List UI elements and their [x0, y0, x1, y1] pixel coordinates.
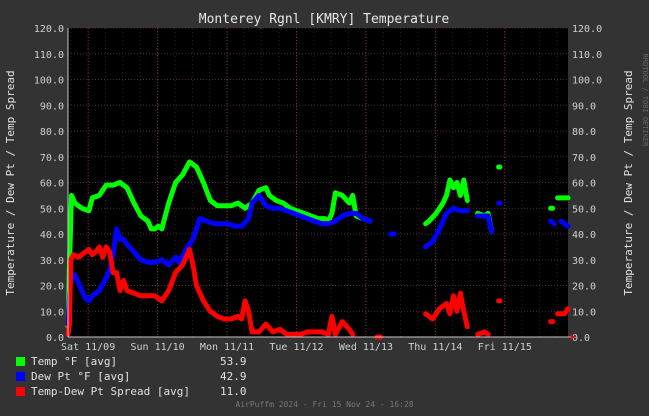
- legend-item-temp: Temp °F [avg] 53.9: [16, 355, 247, 368]
- footer-timestamp: AirPuffm 2024 - Fri 15 Nov 24 - 16:28: [235, 400, 414, 409]
- y-tick-label-left: 30.0: [40, 256, 64, 267]
- y-tick-label-right: 70.0: [572, 153, 596, 164]
- y-axis-label-left: Temperature / Dew Pt / Temp Spread: [4, 70, 17, 295]
- legend-value-temp: 53.9: [220, 355, 247, 368]
- legend-value-dewpt: 42.9: [220, 370, 247, 383]
- legend-swatch-spread: [16, 387, 25, 396]
- y-tick-label-right: 90.0: [572, 101, 596, 112]
- x-tick-label: Thu 11/14: [408, 342, 462, 353]
- legend-label-dewpt: Dew Pt °F [avg]: [31, 370, 131, 383]
- legend-swatch-temp: [16, 357, 25, 366]
- y-tick-label-right: 110.0: [572, 50, 602, 61]
- legend-item-dewpt: Dew Pt °F [avg] 42.9: [16, 370, 247, 383]
- y-tick-label-right: 0.0: [572, 333, 590, 344]
- x-tick-label: Sat 11/09: [61, 342, 115, 353]
- y-tick-label-left: 50.0: [40, 204, 64, 215]
- y-tick-label-right: 60.0: [572, 179, 596, 190]
- watermark: RRDTOOL / TOBI OETIKER: [641, 54, 649, 148]
- series-line: [475, 329, 491, 337]
- y-tick-label-left: 60.0: [40, 179, 64, 190]
- y-tick-label-left: 20.0: [40, 282, 64, 293]
- x-tick-label: Fri 11/15: [478, 342, 532, 353]
- temperature-chart: 0.0 0.010.0 10.020.0 20.030.0 30.040.0 40.050…: [0, 0, 649, 416]
- y-tick-label-right: 20.0: [572, 282, 596, 293]
- x-tick-label: Wed 11/13: [339, 342, 393, 353]
- y-axis-label-right: Temperature / Dew Pt / Temp Spread: [622, 70, 635, 295]
- y-tick-label-left: 120.0: [34, 24, 64, 35]
- legend-value-spread: 11.0: [220, 385, 247, 398]
- y-tick-label-left: 80.0: [40, 127, 64, 138]
- y-tick-label-left: 40.0: [40, 230, 64, 241]
- y-tick-label-left: 70.0: [40, 153, 64, 164]
- y-tick-label-left: 10.0: [40, 307, 64, 318]
- y-tick-label-right: 10.0: [572, 307, 596, 318]
- y-tick-label-right: 30.0: [572, 256, 596, 267]
- y-tick-label-right: 100.0: [572, 76, 602, 87]
- y-tick-label-left: 90.0: [40, 101, 64, 112]
- y-tick-label-right: 120.0: [572, 24, 602, 35]
- series-line: [548, 218, 557, 227]
- y-tick-label-right: 50.0: [572, 204, 596, 215]
- x-tick-label: Mon 11/11: [200, 342, 254, 353]
- y-tick-label-right: 80.0: [572, 127, 596, 138]
- legend-swatch-dewpt: [16, 372, 25, 381]
- legend-label-temp: Temp °F [avg]: [31, 355, 118, 368]
- chart-title: Monterey Rgnl [KMRY] Temperature: [199, 12, 450, 27]
- x-tick-label: Sun 11/10: [130, 342, 184, 353]
- legend-label-spread: Temp-Dew Pt Spread [avg]: [31, 385, 190, 398]
- y-tick-label-left: 100.0: [34, 76, 64, 87]
- y-tick-label-left: 110.0: [34, 50, 64, 61]
- legend-item-spread: Temp-Dew Pt Spread [avg] 11.0: [16, 385, 247, 398]
- x-tick-label: Tue 11/12: [269, 342, 323, 353]
- y-tick-label-right: 40.0: [572, 230, 596, 241]
